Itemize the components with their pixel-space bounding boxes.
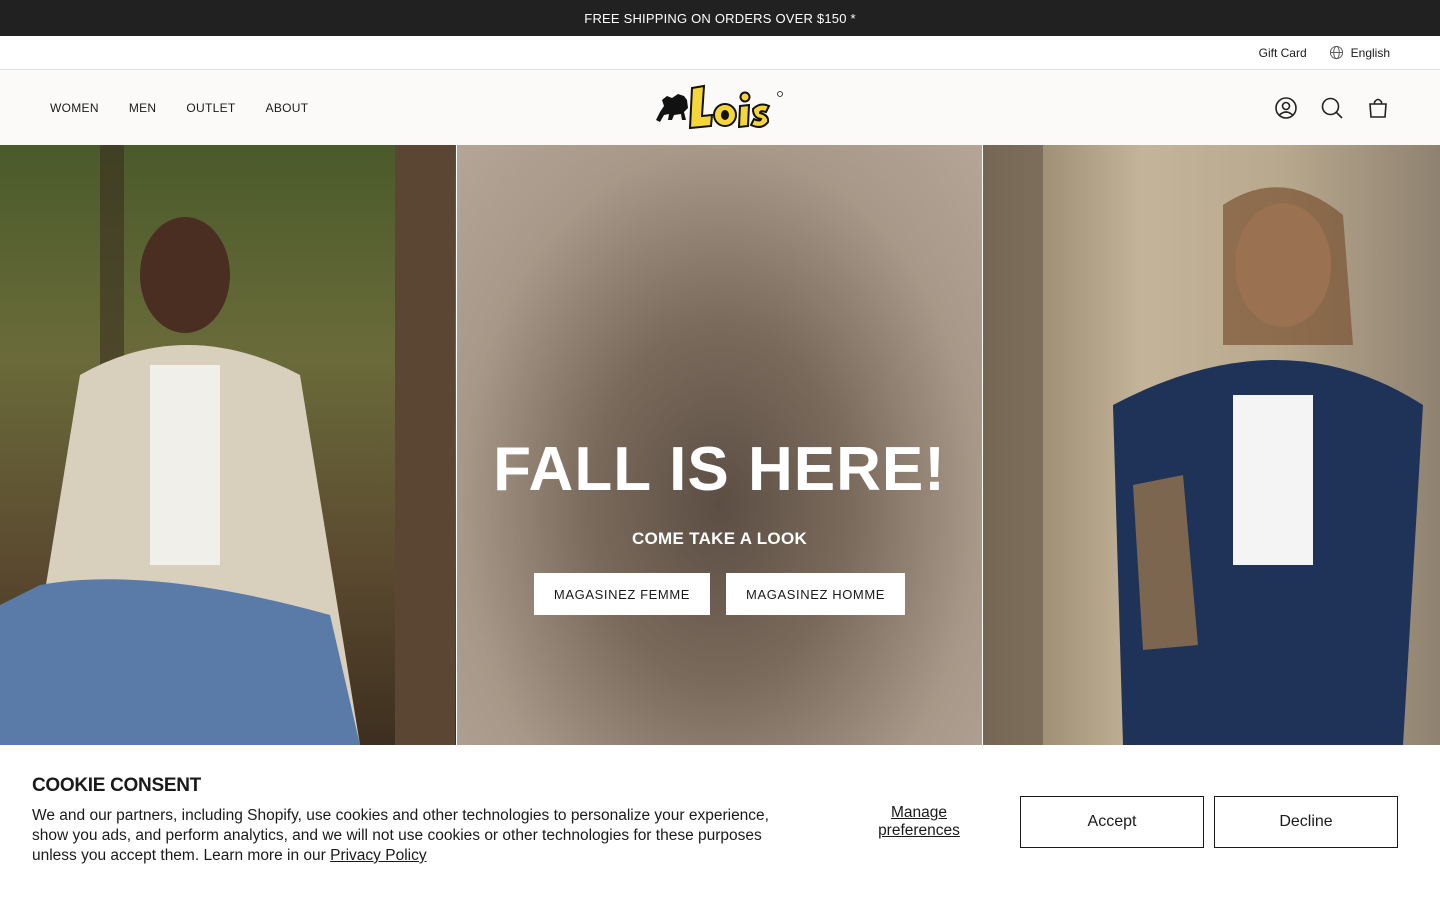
search-icon[interactable] (1320, 96, 1344, 120)
hero-image-women (983, 145, 1440, 745)
lois-logo[interactable] (654, 82, 786, 132)
accept-button[interactable]: Accept (1020, 796, 1204, 848)
nav-men[interactable]: MEN (129, 101, 157, 115)
privacy-policy-link[interactable]: Privacy Policy (330, 847, 426, 864)
cookie-body: We and our partners, including Shopify, … (32, 806, 772, 866)
account-icon[interactable] (1274, 96, 1298, 120)
hero-subtitle: COME TAKE A LOOK (631, 529, 808, 548)
main-nav: WOMEN MEN OUTLET ABOUT (50, 101, 308, 115)
header-icons (1274, 96, 1390, 120)
manage-preferences-link[interactable]: Manage preferences (858, 804, 980, 840)
nav-outlet[interactable]: OUTLET (186, 101, 235, 115)
hero-title: FALL IS HERE! (493, 435, 946, 504)
shop-men-button[interactable]: MAGASINEZ HOMME (726, 573, 906, 615)
cookie-title: COOKIE CONSENT (32, 775, 201, 796)
decline-button[interactable]: Decline (1214, 796, 1398, 848)
announcement-bar: FREE SHIPPING ON ORDERS OVER $150 * (0, 0, 1440, 36)
nav-about[interactable]: ABOUT (266, 101, 309, 115)
language-label: English (1350, 45, 1390, 60)
hero-banner: FALL IS HERE! COME TAKE A LOOK MAGASINEZ… (0, 145, 1440, 745)
hero-image-men (0, 145, 456, 745)
language-selector[interactable]: English (1329, 45, 1390, 60)
cookie-consent-banner: COOKIE CONSENT We and our partners, incl… (0, 745, 1440, 900)
site-header: WOMEN MEN OUTLET ABOUT (0, 70, 1440, 145)
shop-women-button[interactable]: MAGASINEZ FEMME (533, 573, 711, 615)
utility-bar: Gift Card English (0, 36, 1440, 70)
cart-icon[interactable] (1366, 96, 1390, 120)
announcement-text: FREE SHIPPING ON ORDERS OVER $150 * (584, 10, 856, 26)
hero-content: FALL IS HERE! COME TAKE A LOOK MAGASINEZ… (457, 145, 982, 745)
gift-card-link[interactable]: Gift Card (1259, 46, 1307, 60)
nav-women[interactable]: WOMEN (50, 101, 99, 115)
globe-icon (1329, 45, 1343, 60)
hero-buttons: MAGASINEZ FEMME MAGASINEZ HOMME (533, 573, 906, 615)
